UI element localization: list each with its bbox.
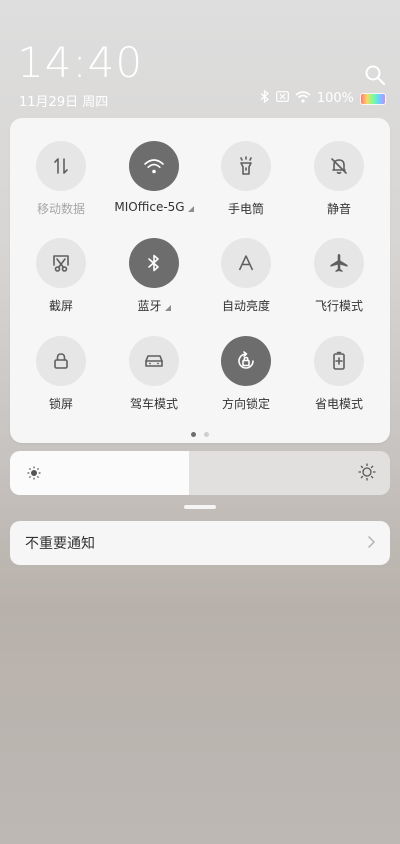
toggle-car[interactable]: 驾车模式 xyxy=(108,336,200,426)
toggle-label: 静音 xyxy=(326,202,351,216)
battery-percent: 100% xyxy=(316,91,354,106)
toggle-label: 锁屏 xyxy=(48,397,73,411)
toggle-lock[interactable]: 锁屏 xyxy=(15,336,107,426)
expand-indicator-icon xyxy=(164,304,171,311)
toggle-button[interactable] xyxy=(129,238,179,288)
silent-bell-icon xyxy=(329,156,349,176)
toggle-label: 截屏 xyxy=(48,299,73,313)
page-dot-1[interactable] xyxy=(191,432,196,437)
toggle-button[interactable] xyxy=(221,238,271,288)
mobile-data-icon xyxy=(51,156,71,176)
toggle-label-wrap: 手电筒 xyxy=(228,200,264,217)
date: 11月29日 周四 xyxy=(19,95,109,110)
notification-label: 不重要通知 xyxy=(25,536,95,552)
toggle-label-wrap: MIOffice-5G xyxy=(114,200,194,214)
toggle-rotation-lock[interactable]: 方向锁定 xyxy=(200,336,292,426)
chevron-right-icon xyxy=(367,534,376,553)
toggle-label-wrap: 方向锁定 xyxy=(222,395,270,412)
toggle-label-wrap: 移动数据 xyxy=(37,200,85,217)
toggle-label: 省电模式 xyxy=(314,397,363,411)
toggle-button[interactable] xyxy=(36,141,86,191)
battery-fill xyxy=(361,93,385,104)
toggle-button[interactable] xyxy=(221,141,271,191)
toggle-button[interactable] xyxy=(314,238,364,288)
screenshot-icon xyxy=(50,252,72,274)
toggle-label-wrap: 省电模式 xyxy=(315,395,363,412)
toggle-label: 方向锁定 xyxy=(221,397,270,411)
clock: 14:40 xyxy=(17,38,144,87)
toggle-button[interactable] xyxy=(36,238,86,288)
toggle-label: 移动数据 xyxy=(36,202,85,216)
toggle-flashlight[interactable]: 手电筒 xyxy=(200,141,292,231)
toggle-silent-bell[interactable]: 静音 xyxy=(293,141,385,231)
toggle-label-wrap: 截屏 xyxy=(49,297,73,314)
brightness-slider[interactable] xyxy=(10,451,390,495)
toggle-button[interactable] xyxy=(129,141,179,191)
battery-icon xyxy=(360,92,386,105)
toggle-label: 飞行模式 xyxy=(314,299,363,313)
toggle-label: 蓝牙 xyxy=(137,299,162,313)
rotation-lock-icon xyxy=(235,350,257,372)
toggle-label-wrap: 锁屏 xyxy=(49,395,73,412)
wifi-icon xyxy=(143,157,165,175)
toggle-label-wrap: 飞行模式 xyxy=(315,297,363,314)
airplane-icon xyxy=(328,252,350,274)
toggle-label: 手电筒 xyxy=(227,202,264,216)
wifi-status-icon xyxy=(295,90,311,107)
battery-saver-icon xyxy=(329,350,349,372)
toggle-bluetooth[interactable]: 蓝牙 xyxy=(108,238,200,328)
status-area: 14:40 11月29日 周四 100% xyxy=(0,0,400,115)
toggle-button[interactable] xyxy=(221,336,271,386)
toggle-mobile-data[interactable]: 移动数据 xyxy=(15,141,107,231)
toggle-screenshot[interactable]: 截屏 xyxy=(15,238,107,328)
toggle-button[interactable] xyxy=(314,141,364,191)
no-sim-icon xyxy=(275,91,289,106)
bluetooth-status-icon xyxy=(260,89,270,107)
toggle-label-wrap: 驾车模式 xyxy=(130,395,178,412)
unimportant-notifications-row[interactable]: 不重要通知 xyxy=(10,521,390,565)
toggle-label-wrap: 自动亮度 xyxy=(222,297,270,314)
auto-brightness-icon xyxy=(236,253,256,273)
toggle-label: 驾车模式 xyxy=(129,397,178,411)
status-icons: 100% xyxy=(260,89,386,107)
toggle-button[interactable] xyxy=(129,336,179,386)
lock-icon xyxy=(51,351,71,371)
flashlight-icon xyxy=(236,155,256,177)
toggle-label: 自动亮度 xyxy=(221,299,270,313)
toggle-button[interactable] xyxy=(36,336,86,386)
brightness-low-icon xyxy=(27,465,41,484)
toggle-wifi[interactable]: MIOffice-5G xyxy=(108,141,200,231)
drag-handle[interactable] xyxy=(184,505,216,509)
toggle-auto-brightness[interactable]: 自动亮度 xyxy=(200,238,292,328)
page-dot-2[interactable] xyxy=(204,432,209,437)
toggle-label-wrap: 蓝牙 xyxy=(137,297,171,314)
toggle-airplane[interactable]: 飞行模式 xyxy=(293,238,385,328)
toggle-label-wrap: 静音 xyxy=(327,200,351,217)
brightness-high-icon xyxy=(358,463,376,485)
expand-indicator-icon xyxy=(187,206,194,212)
toggle-battery-saver[interactable]: 省电模式 xyxy=(293,336,385,426)
page-indicator xyxy=(10,432,390,437)
car-icon xyxy=(143,351,165,371)
search-icon[interactable] xyxy=(364,64,386,86)
toggle-label: MIOffice-5G xyxy=(114,200,185,214)
bluetooth-icon xyxy=(146,253,162,273)
quick-settings-panel: 移动数据 MIOffice-5G 手电筒 静音截屏 蓝牙 自动亮度 飞行模式锁屏 驾车模式 方向… xyxy=(10,118,390,443)
toggle-button[interactable] xyxy=(314,336,364,386)
